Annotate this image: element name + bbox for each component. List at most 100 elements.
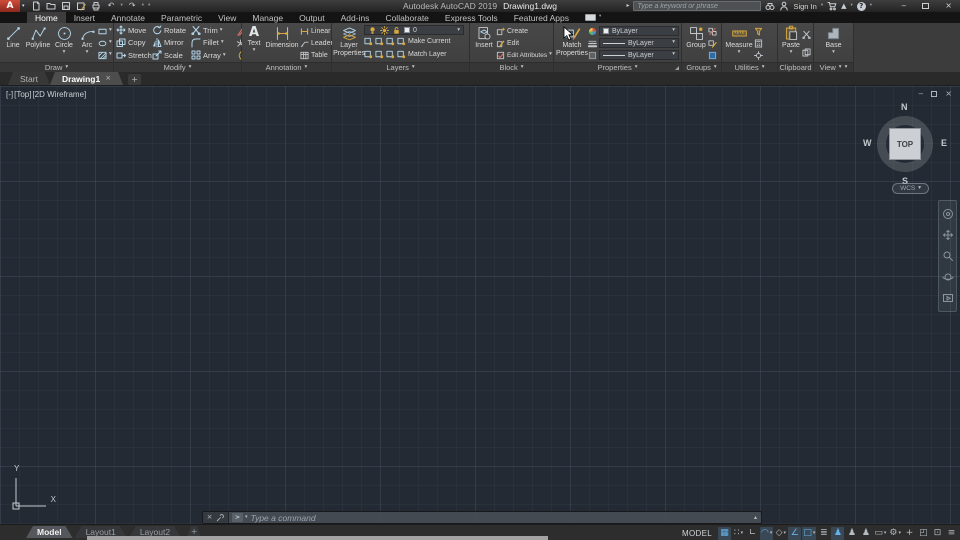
tab-express-tools[interactable]: Express Tools <box>437 12 506 23</box>
layer-properties-button[interactable]: Layer Properties <box>333 24 365 62</box>
polyline-button[interactable]: Polyline <box>24 24 52 62</box>
copy-button[interactable]: Copy <box>116 38 152 48</box>
id-point-button[interactable] <box>754 49 768 61</box>
file-tab-drawing1[interactable]: Drawing1 × <box>50 72 123 85</box>
drawing-minimize-button[interactable]: ‒ <box>918 90 923 98</box>
ortho-mode-button[interactable]: ∟ <box>746 527 759 540</box>
base-button[interactable]: Base ▾ <box>820 24 848 62</box>
viewcube-top-face[interactable]: TOP <box>889 128 921 160</box>
undo-button[interactable]: ↶ <box>106 1 117 12</box>
qat-customize-caret-icon[interactable]: ▾ <box>148 3 150 9</box>
line-button[interactable]: Line <box>2 24 24 62</box>
paste-button[interactable]: Paste ▾ <box>780 24 802 62</box>
viewcube-west[interactable]: W <box>863 138 872 148</box>
save-as-button[interactable] <box>76 1 87 12</box>
tab-featured-apps[interactable]: Featured Apps <box>506 12 577 23</box>
circle-button[interactable]: Circle ▾ <box>52 24 76 62</box>
orbit-icon[interactable] <box>942 271 954 283</box>
text-button[interactable]: A Text ▾ <box>244 24 264 62</box>
wcs-menu[interactable]: WCS ▾ <box>892 183 929 194</box>
linetype-dropdown[interactable]: ByLayer ▾ <box>599 50 679 60</box>
polar-tracking-button[interactable]: ◠ ▾ <box>759 526 774 540</box>
isometric-drafting-button[interactable]: ◇ ▾ <box>774 527 787 540</box>
workspace-switching-button[interactable]: ⚙ ▾ <box>888 527 902 540</box>
groups-panel-title[interactable]: Groups ▾ <box>682 62 721 72</box>
edit-attributes-button[interactable]: Edit Attributes ▾ <box>496 49 552 61</box>
customization-button[interactable]: ≡ <box>945 527 958 540</box>
layer-dropdown[interactable]: 0 ▾ <box>364 25 464 36</box>
zoom-icon[interactable] <box>942 250 954 262</box>
scale-button[interactable]: Scale <box>152 50 191 60</box>
command-line-grip[interactable]: × <box>203 512 229 523</box>
recent-commands-button[interactable]: > <box>232 513 243 522</box>
command-history-up-icon[interactable]: ▴ <box>754 514 757 521</box>
block-create-button[interactable]: Create <box>496 25 552 37</box>
annotation-scale-button[interactable]: ♟ <box>859 527 872 540</box>
scale-list-button[interactable]: ▭ ▾ <box>873 527 887 540</box>
leader-button[interactable]: Leader▾ <box>300 37 338 49</box>
viewcube-east[interactable]: E <box>941 138 947 148</box>
autodesk-exchange-icon[interactable]: ▲ <box>841 2 846 10</box>
ucs-icon[interactable]: Y X <box>8 464 56 510</box>
tab-home[interactable]: Home <box>27 12 66 23</box>
close-button[interactable]: × <box>945 2 952 10</box>
new-tab-button[interactable]: + <box>128 74 142 85</box>
cut-button[interactable] <box>802 28 811 40</box>
exchange-caret-icon[interactable]: ▾ <box>850 3 852 9</box>
infocenter-expand-icon[interactable]: ▸ <box>626 3 629 9</box>
tab-manage[interactable]: Manage <box>244 12 291 23</box>
rectangle-button[interactable]: ▾ <box>98 25 112 37</box>
block-panel-title[interactable]: Block ▾ <box>470 62 553 72</box>
copy-clip-button[interactable] <box>802 46 811 58</box>
viewport-view-control[interactable]: [Top] <box>14 90 31 99</box>
open-button[interactable] <box>46 1 57 12</box>
drawing-restore-button[interactable] <box>931 91 938 97</box>
lineweight-dropdown[interactable]: ByLayer ▾ <box>599 38 679 48</box>
array-button[interactable]: Array ▾ <box>191 50 232 60</box>
tab-close-icon[interactable]: × <box>105 75 111 82</box>
table-button[interactable]: Table <box>300 49 330 61</box>
tab-insert[interactable]: Insert <box>66 12 103 23</box>
command-customize-wrench-icon[interactable] <box>216 513 225 522</box>
block-edit-button[interactable]: Edit <box>496 37 552 49</box>
group-selectable-button[interactable] <box>708 49 719 61</box>
plot-button[interactable] <box>91 1 102 12</box>
object-color-dropdown[interactable]: ByLayer ▾ <box>599 26 679 36</box>
tab-addins[interactable]: Add-ins <box>333 12 378 23</box>
fillet-button[interactable]: Fillet ▾ <box>191 38 232 48</box>
command-input[interactable]: Type a command <box>251 513 316 523</box>
command-close-icon[interactable]: × <box>207 514 213 521</box>
help-caret-icon[interactable]: ▾ <box>870 3 872 9</box>
object-snap-button[interactable]: □ ▾ <box>802 526 817 540</box>
command-line[interactable]: × > ▾ Type a command ▴ <box>202 511 762 524</box>
lineweight-display-button[interactable]: ≣ <box>817 527 830 540</box>
group-edit-button[interactable] <box>708 37 719 49</box>
app-menu-caret-icon[interactable]: ▾ <box>22 3 25 9</box>
view-panel-title[interactable]: View ▾ ▾ <box>814 62 853 72</box>
search-binoculars-icon[interactable] <box>765 1 775 11</box>
ribbon-display-toggle[interactable]: ▾ <box>584 12 601 23</box>
tab-output[interactable]: Output <box>291 12 333 23</box>
viewport-menu-control[interactable]: [-] <box>6 90 13 99</box>
save-button[interactable] <box>61 1 72 12</box>
undo-caret-icon[interactable]: ▾ <box>121 3 123 9</box>
pan-icon[interactable] <box>942 229 954 241</box>
properties-dialog-launcher[interactable] <box>675 66 679 70</box>
make-current-button[interactable]: Make Current <box>364 36 466 48</box>
quick-select-button[interactable] <box>754 25 768 37</box>
object-snap-tracking-button[interactable]: ∠ <box>788 526 802 540</box>
viewcube-north[interactable]: N <box>901 102 908 112</box>
stretch-button[interactable]: Stretch <box>116 50 152 60</box>
viewport-visual-style-control[interactable]: [2D Wireframe] <box>32 90 86 99</box>
isolate-objects-button[interactable]: ◰ <box>917 527 930 540</box>
file-tab-start[interactable]: Start <box>8 72 50 85</box>
group-button[interactable]: Group <box>684 24 708 62</box>
minimize-button[interactable]: ‒ <box>901 2 906 10</box>
annotation-panel-title[interactable]: Annotation ▾ <box>242 62 331 72</box>
move-button[interactable]: Move <box>116 25 152 35</box>
dimension-button[interactable]: Dimension <box>264 24 300 62</box>
insert-button[interactable]: Insert <box>472 24 496 62</box>
rotate-button[interactable]: Rotate <box>152 25 191 35</box>
sign-in-button[interactable]: Sign In <box>793 2 816 11</box>
navigation-wheel-icon[interactable] <box>942 208 954 220</box>
